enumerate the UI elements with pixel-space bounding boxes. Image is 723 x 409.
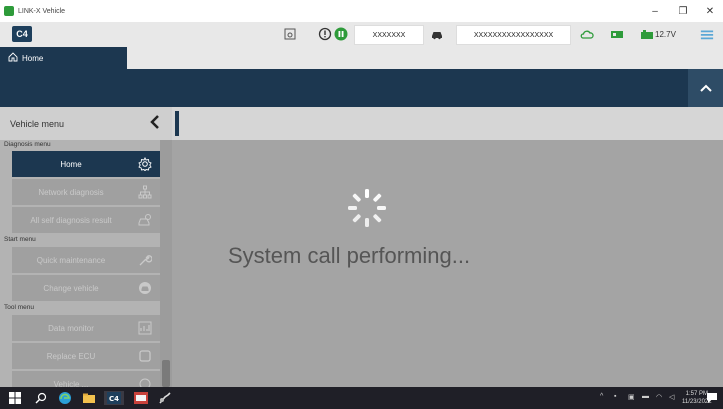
sidebar-item-label: Home — [60, 159, 82, 169]
tool-app-icon[interactable] — [158, 391, 172, 405]
file-explorer-icon[interactable] — [82, 391, 96, 405]
sidebar-item-data-monitor[interactable]: Data monitor — [12, 315, 160, 341]
tray-wifi-icon[interactable]: ◠ — [656, 393, 662, 401]
restore-button[interactable]: ❐ — [672, 0, 694, 22]
search-icon[interactable] — [34, 391, 48, 405]
cloud-icon[interactable] — [580, 27, 594, 41]
c4-app-icon[interactable]: C4 — [104, 391, 124, 405]
sidebar-item-label: Network diagnosis — [38, 187, 104, 197]
start-icon[interactable] — [8, 391, 22, 405]
notification-icon[interactable] — [705, 391, 719, 405]
section-tool-menu: Tool menu — [0, 303, 160, 313]
svg-text:C4: C4 — [109, 395, 119, 403]
vehicle-icon — [138, 281, 152, 295]
sidebar-item-replace-ecu[interactable]: Replace ECU — [12, 343, 160, 369]
sidebar-item-label: Data monitor — [48, 323, 94, 333]
loading-status-text: System call performing... — [228, 243, 471, 268]
screenshot-icon[interactable] — [283, 27, 297, 41]
tray-volume-icon[interactable]: ◁ — [669, 393, 674, 401]
collapse-button[interactable] — [688, 69, 723, 107]
windows-taskbar: C4 ^ ▪ ▣ ▬ ◠ ◁ 1:57 PM 11/23/2022 — [0, 387, 723, 409]
app-logo[interactable]: C4 — [12, 26, 32, 42]
sidebar-scroll-thumb[interactable] — [162, 360, 170, 387]
tab-home[interactable]: Home — [0, 47, 127, 69]
sidebar-item-label: Change vehicle — [43, 283, 99, 293]
pause-icon[interactable] — [334, 27, 348, 41]
diag-app-icon[interactable] — [134, 391, 148, 405]
header-band — [0, 69, 723, 107]
battery-icon[interactable] — [610, 27, 624, 41]
network-icon — [138, 185, 152, 199]
ecu-icon — [138, 349, 152, 363]
tray-network-icon[interactable]: ▪ — [614, 393, 616, 400]
vehicle-menu-header[interactable]: Vehicle menu — [0, 107, 172, 140]
sidebar-item-all-self-diagnosis[interactable]: All self diagnosis result — [12, 207, 160, 233]
sidebar-item-label: Quick maintenance — [36, 255, 106, 265]
sidebar-item-home[interactable]: Home — [12, 151, 160, 177]
sidebar-item-label: All self diagnosis result — [30, 215, 112, 225]
edge-icon[interactable] — [58, 391, 72, 405]
tray-battery-icon[interactable]: ▬ — [642, 393, 649, 400]
alert-icon[interactable] — [318, 27, 332, 41]
window-titlebar: LINK-X Vehicle – ❐ ✕ — [0, 0, 723, 22]
sidebar-item-quick-maintenance[interactable]: Quick maintenance — [12, 247, 160, 273]
section-start-menu: Start menu — [0, 235, 160, 245]
app-icon — [4, 6, 14, 16]
sidebar-item-change-vehicle[interactable]: Change vehicle — [12, 275, 160, 301]
chevron-left-icon[interactable] — [150, 115, 160, 133]
app-root: LINK-X Vehicle – ❐ ✕ C4 XXXXXXX XXXXXXXX… — [0, 0, 723, 409]
vehicle-code-field: XXXXXXX — [354, 25, 424, 45]
tab-home-label: Home — [22, 53, 44, 63]
tray-chevron-icon[interactable]: ^ — [600, 393, 603, 400]
car-icon[interactable] — [430, 27, 444, 41]
car-diagnosis-icon — [138, 213, 152, 227]
app-toolbar: C4 XXXXXXX XXXXXXXXXXXXXXXXX 12.7V — [0, 22, 723, 47]
section-diagnosis-menu: Diagnosis menu — [0, 140, 160, 150]
minimize-button[interactable]: – — [644, 0, 666, 22]
wrench-icon — [138, 253, 152, 267]
sidebar-item-label: Replace ECU — [46, 351, 96, 361]
vehicle-menu-label: Vehicle menu — [10, 118, 65, 129]
sidebar-item-network-diagnosis[interactable]: Network diagnosis — [12, 179, 160, 205]
plug-icon[interactable] — [640, 27, 654, 41]
gear-icon — [138, 157, 152, 171]
menu-icon[interactable] — [700, 27, 714, 41]
vin-field: XXXXXXXXXXXXXXXXX — [456, 25, 571, 45]
sidebar-scrollbar[interactable] — [160, 140, 172, 387]
home-icon — [8, 52, 18, 64]
content-header-accent — [175, 111, 179, 136]
chevron-up-icon — [699, 79, 712, 97]
window-title: LINK-X Vehicle — [18, 7, 66, 15]
loading-spinner-icon — [343, 184, 391, 232]
chart-icon — [138, 321, 152, 335]
tab-strip: Home — [0, 47, 723, 69]
voltage-readout: 12.7V — [655, 30, 676, 39]
tray-app-icon[interactable]: ▣ — [628, 393, 635, 401]
close-button[interactable]: ✕ — [699, 0, 721, 22]
content-header — [172, 107, 723, 140]
